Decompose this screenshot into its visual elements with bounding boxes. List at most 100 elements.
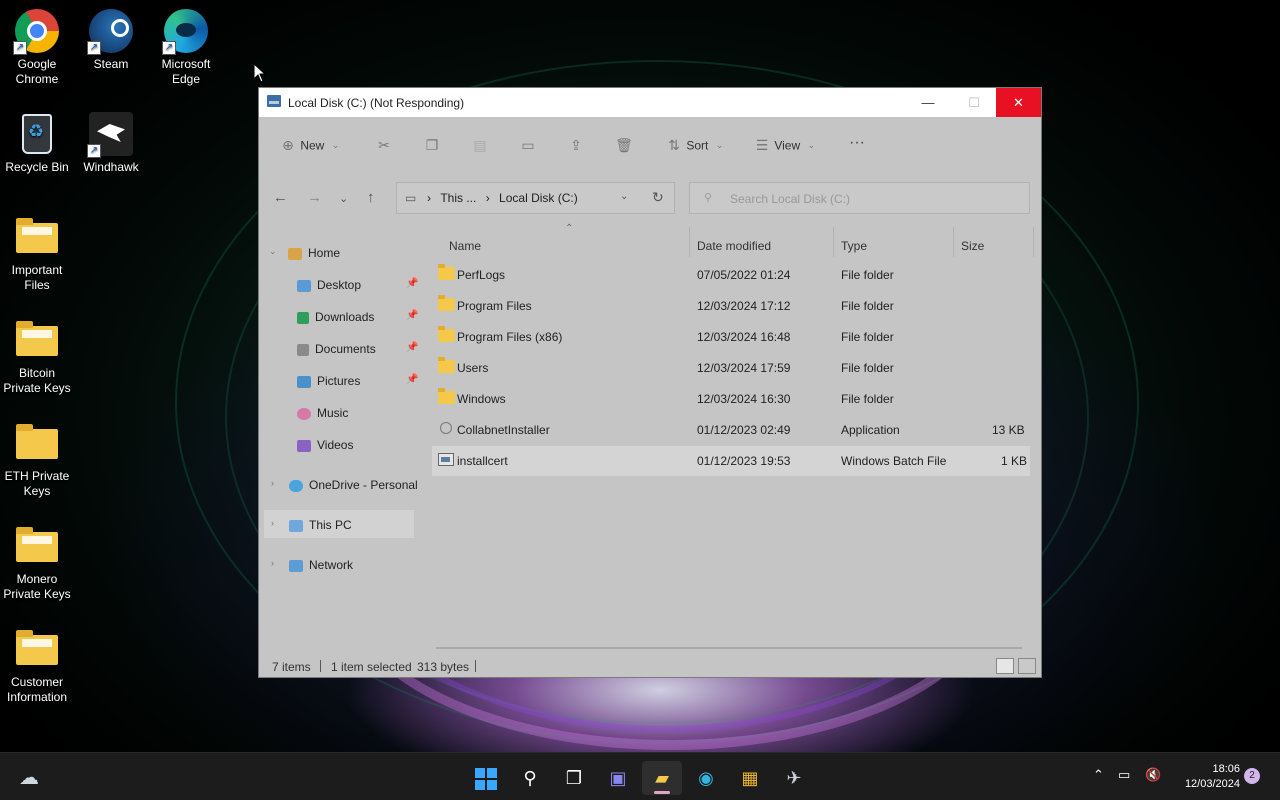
- new-button[interactable]: ⊕ New ⌄: [279, 137, 339, 154]
- search-taskbar-button[interactable]: ⚲: [510, 761, 550, 795]
- column-header-type[interactable]: Type: [841, 239, 867, 253]
- file-row-selected[interactable]: installcert 01/12/2023 19:53 Windows Bat…: [432, 446, 1030, 476]
- pin-icon: 📌: [406, 374, 419, 385]
- application-icon: [440, 422, 452, 434]
- download-icon: [297, 311, 309, 324]
- column-header-date-modified[interactable]: Date modified: [697, 239, 771, 253]
- file-row[interactable]: Users 12/03/2024 17:59 File folder: [432, 353, 1030, 383]
- folder-icon: [438, 357, 455, 373]
- navpane-item-videos[interactable]: Videos: [297, 438, 353, 452]
- navpane-item-music[interactable]: Music: [297, 406, 348, 420]
- desktop-icon-important-files[interactable]: Important Files: [0, 213, 74, 293]
- file-explorer-taskbar-button[interactable]: ▰: [642, 761, 682, 795]
- file-name: Users: [457, 361, 489, 375]
- status-selected-count: 1 item selected: [331, 660, 412, 674]
- close-button[interactable]: ✕: [996, 88, 1041, 117]
- breadcrumb-this-pc[interactable]: This ...: [440, 191, 476, 205]
- microsoft-store-button[interactable]: ▦: [730, 761, 770, 795]
- chat-button[interactable]: ▣: [598, 761, 638, 795]
- clock-date: 12/03/2024: [1184, 778, 1240, 790]
- desktop-icon-microsoft-edge[interactable]: ↗ Microsoft Edge: [149, 7, 223, 87]
- paste-button[interactable]: ▤: [471, 137, 489, 154]
- rename-button[interactable]: ▭: [519, 137, 537, 154]
- file-name: installcert: [457, 454, 508, 468]
- file-row[interactable]: PerfLogs 07/05/2022 01:24 File folder: [432, 260, 1030, 290]
- notification-badge[interactable]: 2: [1244, 768, 1260, 784]
- breadcrumb-local-disk[interactable]: Local Disk (C:): [499, 191, 578, 205]
- show-hidden-icons-chevron-icon[interactable]: ⌃: [1093, 767, 1104, 783]
- navpane-item-network[interactable]: › Network: [271, 558, 353, 572]
- sort-button[interactable]: ⇅ Sort ⌄: [665, 137, 723, 154]
- file-date: 07/05/2022 01:24: [697, 268, 791, 282]
- horizontal-scrollbar[interactable]: [436, 647, 1022, 649]
- file-row[interactable]: Program Files (x86) 12/03/2024 16:48 Fil…: [432, 322, 1030, 352]
- plus-circle-icon: ⊕: [282, 137, 294, 153]
- desktop-icon-customer-information[interactable]: Customer Information: [0, 625, 74, 705]
- refresh-icon[interactable]: ↻: [652, 189, 664, 206]
- more-options-button[interactable]: ···: [849, 134, 865, 152]
- navpane-item-home[interactable]: ⌄ Home: [269, 246, 340, 260]
- desktop-icon-label: Windhawk: [83, 160, 139, 174]
- file-row[interactable]: CollabnetInstaller 01/12/2023 02:49 Appl…: [432, 415, 1030, 445]
- maximize-button[interactable]: ☐: [951, 88, 997, 117]
- desktop-icon-monero-private-keys[interactable]: Monero Private Keys: [0, 522, 74, 602]
- desktop-icon-label: Important Files: [11, 263, 63, 292]
- recent-locations-chevron-icon[interactable]: ⌄: [339, 192, 348, 205]
- navpane-item-this-pc[interactable]: › This PC: [271, 518, 352, 532]
- desktop-icon-recycle-bin[interactable]: Recycle Bin: [0, 110, 74, 175]
- navpane-item-pictures[interactable]: Pictures 📌: [297, 374, 418, 388]
- column-header-name[interactable]: Name: [449, 239, 481, 253]
- tiles-view-button[interactable]: [1018, 658, 1036, 674]
- title-bar[interactable]: Local Disk (C:) (Not Responding) — ☐ ✕: [259, 88, 1041, 117]
- window-title: Local Disk (C:) (Not Responding): [288, 96, 465, 110]
- volume-muted-icon[interactable]: 🔇: [1145, 767, 1161, 783]
- forward-arrow-icon[interactable]: →: [307, 189, 322, 206]
- edge-taskbar-button[interactable]: ◉: [686, 761, 726, 795]
- navpane-item-onedrive[interactable]: › OneDrive - Personal: [271, 478, 418, 492]
- column-header-size[interactable]: Size: [961, 239, 984, 253]
- task-view-button[interactable]: ❐: [554, 761, 594, 795]
- desktop-icon-bitcoin-private-keys[interactable]: Bitcoin Private Keys: [0, 316, 74, 396]
- desktop-icon-windhawk[interactable]: ↗ Windhawk: [74, 110, 148, 175]
- view-button[interactable]: ☰ View ⌄: [753, 137, 815, 154]
- share-button[interactable]: ⇪: [567, 137, 585, 154]
- details-view-button[interactable]: [996, 658, 1014, 674]
- clock[interactable]: 18:06 12/03/2024: [1160, 762, 1240, 792]
- up-arrow-icon[interactable]: ↑: [367, 189, 375, 206]
- status-divider: [320, 660, 321, 672]
- desktop-icon-steam[interactable]: ↗ Steam: [74, 7, 148, 72]
- start-button[interactable]: [466, 761, 506, 795]
- pc-icon: [289, 519, 303, 532]
- desktop-icon-eth-private-keys[interactable]: ETH Private Keys: [0, 419, 74, 499]
- file-name: Program Files: [457, 299, 532, 313]
- file-row[interactable]: Program Files 12/03/2024 17:12 File fold…: [432, 291, 1030, 321]
- paste-icon: ▤: [473, 137, 487, 153]
- back-arrow-icon[interactable]: ←: [273, 189, 288, 206]
- network-status-icon[interactable]: ▭: [1118, 767, 1130, 783]
- search-box[interactable]: ⚲ Search Local Disk (C:): [689, 182, 1030, 214]
- view-label: View: [774, 138, 801, 153]
- navpane-item-downloads[interactable]: Downloads 📌: [297, 310, 418, 324]
- minimize-button[interactable]: —: [905, 88, 951, 117]
- shortcut-arrow-icon: ↗: [87, 41, 101, 55]
- file-type: File folder: [841, 268, 894, 282]
- home-icon: [288, 247, 302, 260]
- windhawk-taskbar-button[interactable]: ✈: [774, 761, 814, 795]
- delete-button[interactable]: 🗑: [615, 137, 633, 154]
- address-bar[interactable]: ▭ › This ... › Local Disk (C:) ⌄ ↻: [396, 182, 675, 214]
- address-dropdown-chevron-icon[interactable]: ⌄: [620, 191, 628, 202]
- file-name: Windows: [457, 392, 506, 406]
- navpane-label: Downloads: [315, 310, 375, 324]
- navpane-item-desktop[interactable]: Desktop 📌: [297, 278, 418, 292]
- network-icon: [289, 559, 303, 572]
- column-divider: [1033, 227, 1034, 257]
- copy-button[interactable]: ❐: [423, 137, 441, 154]
- music-icon: [297, 407, 311, 420]
- navpane-item-documents[interactable]: Documents 📌: [297, 342, 418, 356]
- expand-chevron-right-icon: ›: [271, 518, 274, 528]
- weather-widget-icon[interactable]: ☁: [9, 761, 49, 795]
- file-date: 01/12/2023 19:53: [697, 454, 791, 468]
- file-row[interactable]: Windows 12/03/2024 16:30 File folder: [432, 384, 1030, 414]
- desktop-icon-google-chrome[interactable]: ↗ Google Chrome: [0, 7, 74, 87]
- cut-button[interactable]: ✂: [375, 137, 393, 154]
